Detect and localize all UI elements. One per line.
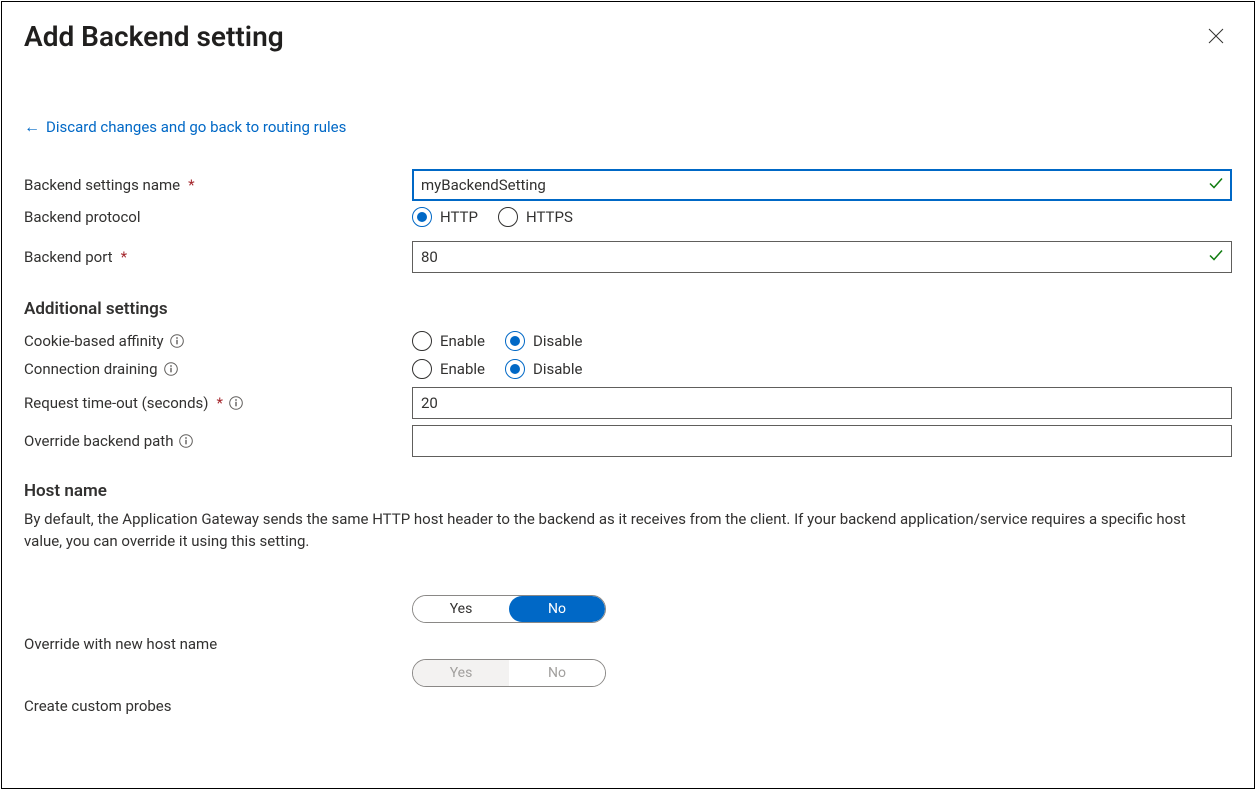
row-connection-draining: Connection draining Enable Disable bbox=[24, 355, 1232, 383]
required-marker: * bbox=[217, 394, 223, 412]
custom-probes-no: No bbox=[509, 660, 605, 686]
form: Backend settings name * Backend protocol bbox=[24, 165, 1232, 719]
radio-http[interactable]: HTTP bbox=[412, 207, 478, 227]
label-request-timeout: Request time-out (seconds) * bbox=[24, 394, 412, 412]
discard-back-link[interactable]: ← Discard changes and go back to routing… bbox=[24, 117, 346, 137]
backend-port-input[interactable] bbox=[412, 241, 1232, 273]
info-icon[interactable] bbox=[164, 362, 178, 376]
request-timeout-input[interactable] bbox=[412, 387, 1232, 419]
radio-affinity-enable[interactable]: Enable bbox=[412, 331, 485, 351]
close-icon bbox=[1208, 28, 1224, 44]
info-icon[interactable] bbox=[229, 396, 243, 410]
panel-title: Add Backend setting bbox=[24, 12, 284, 59]
label-backend-protocol: Backend protocol bbox=[24, 208, 412, 226]
panel-header: Add Backend setting bbox=[24, 2, 1232, 59]
row-backend-protocol: Backend protocol HTTP HTTPS bbox=[24, 205, 1232, 229]
override-host-yes[interactable]: Yes bbox=[413, 596, 509, 622]
request-timeout-input-wrap bbox=[412, 387, 1232, 419]
section-additional-settings: Additional settings bbox=[24, 299, 1232, 319]
label-custom-probes: Create custom probes bbox=[24, 697, 412, 715]
label-override-backend-path: Override backend path bbox=[24, 432, 412, 450]
row-override-host-toggle: Yes No bbox=[24, 589, 1232, 629]
label-connection-draining: Connection draining bbox=[24, 360, 412, 378]
close-button[interactable] bbox=[1200, 20, 1232, 52]
row-custom-probes-label: Create custom probes bbox=[24, 693, 1232, 719]
required-marker: * bbox=[188, 176, 194, 194]
override-host-toggle: Yes No bbox=[412, 595, 606, 623]
label-backend-name: Backend settings name * bbox=[24, 176, 412, 194]
section-host-name: Host name bbox=[24, 481, 1232, 501]
backend-port-input-wrap bbox=[412, 241, 1232, 273]
draining-radio-group: Enable Disable bbox=[412, 359, 582, 379]
check-icon bbox=[1208, 247, 1224, 267]
info-icon[interactable] bbox=[179, 434, 193, 448]
radio-draining-disable[interactable]: Disable bbox=[505, 359, 582, 379]
radio-affinity-disable[interactable]: Disable bbox=[505, 331, 582, 351]
label-backend-port: Backend port * bbox=[24, 248, 412, 266]
discard-back-label: Discard changes and go back to routing r… bbox=[46, 118, 346, 136]
row-backend-port: Backend port * bbox=[24, 237, 1232, 277]
custom-probes-toggle: Yes No bbox=[412, 659, 606, 687]
radio-https[interactable]: HTTPS bbox=[498, 207, 573, 227]
label-cookie-affinity: Cookie-based affinity bbox=[24, 332, 412, 350]
required-marker: * bbox=[121, 248, 127, 266]
radio-draining-enable[interactable]: Enable bbox=[412, 359, 485, 379]
host-name-description: By default, the Application Gateway send… bbox=[24, 509, 1204, 553]
add-backend-setting-panel: Add Backend setting ← Discard changes an… bbox=[1, 1, 1255, 789]
override-host-no[interactable]: No bbox=[509, 596, 605, 622]
backend-name-input[interactable] bbox=[412, 169, 1232, 201]
row-custom-probes-toggle: Yes No bbox=[24, 653, 1232, 693]
arrow-left-icon: ← bbox=[24, 117, 40, 137]
row-override-backend-path: Override backend path bbox=[24, 423, 1232, 459]
check-icon bbox=[1208, 175, 1224, 195]
backend-name-input-wrap bbox=[412, 169, 1232, 201]
info-icon[interactable] bbox=[170, 334, 184, 348]
protocol-radio-group: HTTP HTTPS bbox=[412, 207, 573, 227]
affinity-radio-group: Enable Disable bbox=[412, 331, 582, 351]
row-backend-name: Backend settings name * bbox=[24, 165, 1232, 205]
override-backend-path-input-wrap bbox=[412, 425, 1232, 457]
row-cookie-affinity: Cookie-based affinity Enable Disable bbox=[24, 327, 1232, 355]
label-override-host: Override with new host name bbox=[24, 635, 412, 653]
row-request-timeout: Request time-out (seconds) * bbox=[24, 383, 1232, 423]
override-backend-path-input[interactable] bbox=[412, 425, 1232, 457]
custom-probes-yes: Yes bbox=[413, 660, 509, 686]
